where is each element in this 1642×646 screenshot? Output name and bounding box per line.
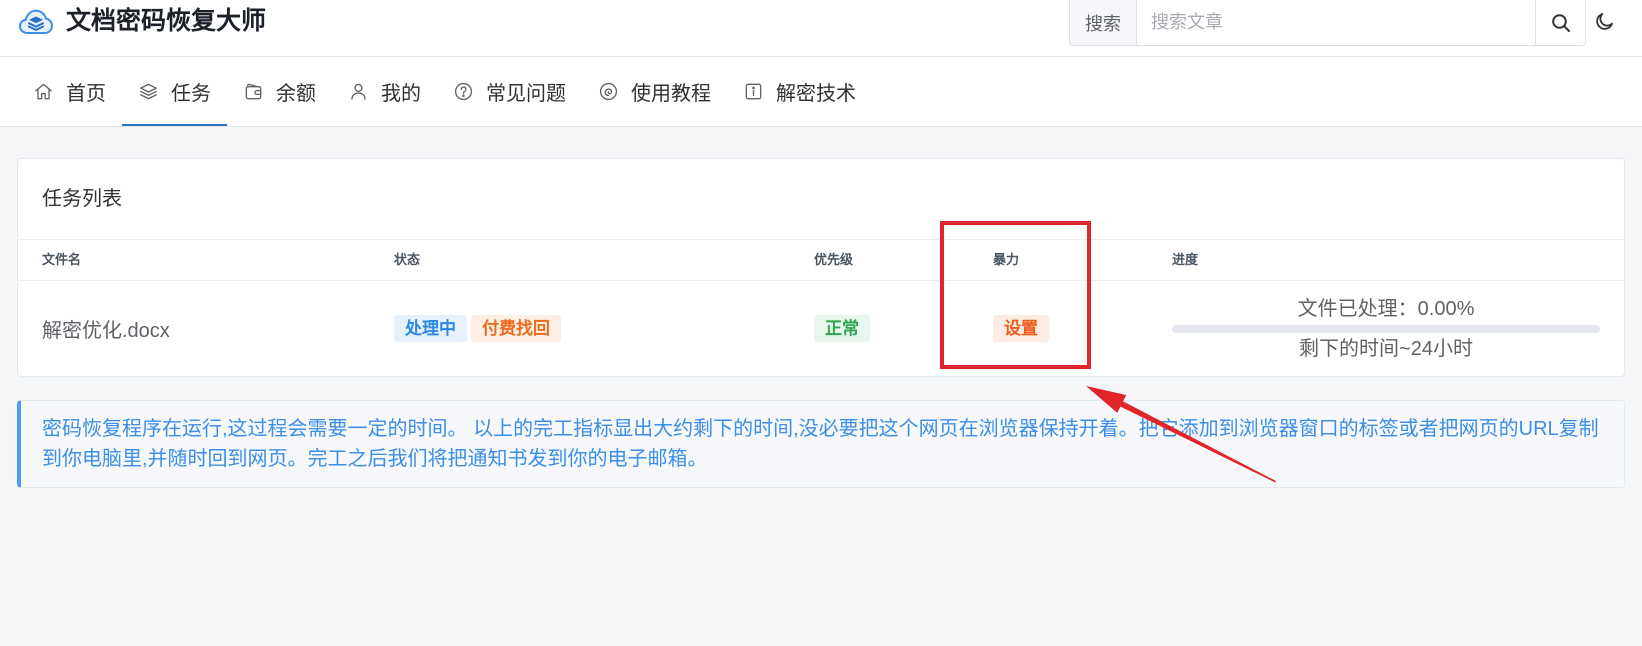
status-tag-paid-recovery: 付费找回 [471, 315, 561, 342]
logo-link[interactable]: 文档密码恢复大师 [18, 4, 278, 40]
table-header: 文件名 状态 优先级 暴力 进度 [18, 240, 1624, 281]
cloud-layers-icon [18, 9, 54, 34]
remaining-time-text: 剩下的时间~24小时 [1299, 338, 1473, 360]
wallet-icon [245, 83, 262, 100]
app-title: 文档密码恢复大师 [66, 7, 267, 35]
progress-text: 文件已处理：0.00% [1297, 298, 1475, 320]
notice-line: 到你电脑里,并随时回到网页。完工之后我们将把通知书发到你的电子邮箱。 [42, 448, 708, 470]
column-header-status: 状态 [394, 252, 421, 267]
search-input[interactable] [1137, 0, 1535, 45]
search-button[interactable] [1535, 0, 1585, 45]
nav-item-label: 解密技术 [776, 83, 856, 105]
moon-icon [1596, 13, 1613, 30]
tutorial-icon [599, 82, 618, 101]
file-name-cell: 解密优化.docx [42, 281, 170, 376]
progress-cell: 文件已处理：0.00% 剩下的时间~24小时 [1172, 281, 1600, 376]
priority-tag: 正常 [814, 315, 870, 342]
file-name: 解密优化.docx [42, 320, 170, 342]
user-icon [351, 83, 366, 100]
nav-item-tasks[interactable]: 任务 [122, 57, 227, 126]
nav-item-home[interactable]: 首页 [17, 57, 122, 126]
question-circle-icon [454, 82, 473, 101]
search-group: 搜索 [1069, 0, 1586, 46]
nav-item-label: 余额 [276, 83, 316, 105]
column-header-priority: 优先级 [814, 252, 854, 267]
column-header-brute-force: 暴力 [993, 252, 1020, 267]
main-nav: 首页 任务 余额 我的 常见问题 使用教程 解密技术 [0, 57, 1642, 127]
card-title: 任务列表 [18, 159, 1624, 240]
nav-item-label: 常见问题 [486, 83, 566, 105]
info-square-icon [745, 83, 762, 100]
nav-item-faq[interactable]: 常见问题 [437, 57, 582, 126]
progress-bar [1172, 325, 1600, 333]
nav-item-label: 任务 [171, 83, 211, 105]
table-row: 解密优化.docx 处理中 付费找回 正常 设置 文件已处理：0.00% 剩下的… [18, 281, 1624, 376]
nav-item-label: 我的 [381, 83, 421, 105]
progress-widget: 文件已处理：0.00% 剩下的时间~24小时 [1172, 281, 1600, 376]
status-cell: 处理中 付费找回 [394, 281, 561, 376]
search-icon [1551, 13, 1570, 32]
status-tag-processing: 处理中 [394, 315, 467, 342]
info-notice: 密码恢复程序在运行,这过程会需要一定的时间。 以上的完工指标显出大约剩下的时间,… [17, 400, 1625, 488]
top-header: 文档密码恢复大师 搜索 [0, 0, 1642, 57]
column-header-file-name: 文件名 [42, 252, 82, 267]
nav-item-label: 首页 [66, 83, 106, 105]
nav-item-mine[interactable]: 我的 [332, 57, 437, 126]
nav-item-decrypt-tech[interactable]: 解密技术 [727, 57, 872, 126]
task-list-card: 任务列表 文件名 状态 优先级 暴力 进度 解密优化.docx 处理中 付费找回… [17, 158, 1625, 377]
column-header-progress: 进度 [1172, 252, 1199, 267]
nav-items: 首页 任务 余额 我的 常见问题 使用教程 解密技术 [17, 57, 872, 126]
notice-line: 密码恢复程序在运行,这过程会需要一定的时间。 以上的完工指标显出大约剩下的时间,… [42, 418, 1599, 440]
priority-cell: 正常 [814, 281, 870, 376]
layers-icon [140, 83, 157, 100]
nav-item-label: 使用教程 [631, 83, 711, 105]
brute-force-cell: 设置 [993, 281, 1049, 376]
theme-toggle-button[interactable] [1594, 10, 1616, 32]
brute-force-settings-button[interactable]: 设置 [993, 315, 1049, 342]
search-label: 搜索 [1070, 0, 1137, 45]
home-icon [35, 83, 52, 100]
nav-item-balance[interactable]: 余额 [227, 57, 332, 126]
nav-item-tutorial[interactable]: 使用教程 [582, 57, 727, 126]
